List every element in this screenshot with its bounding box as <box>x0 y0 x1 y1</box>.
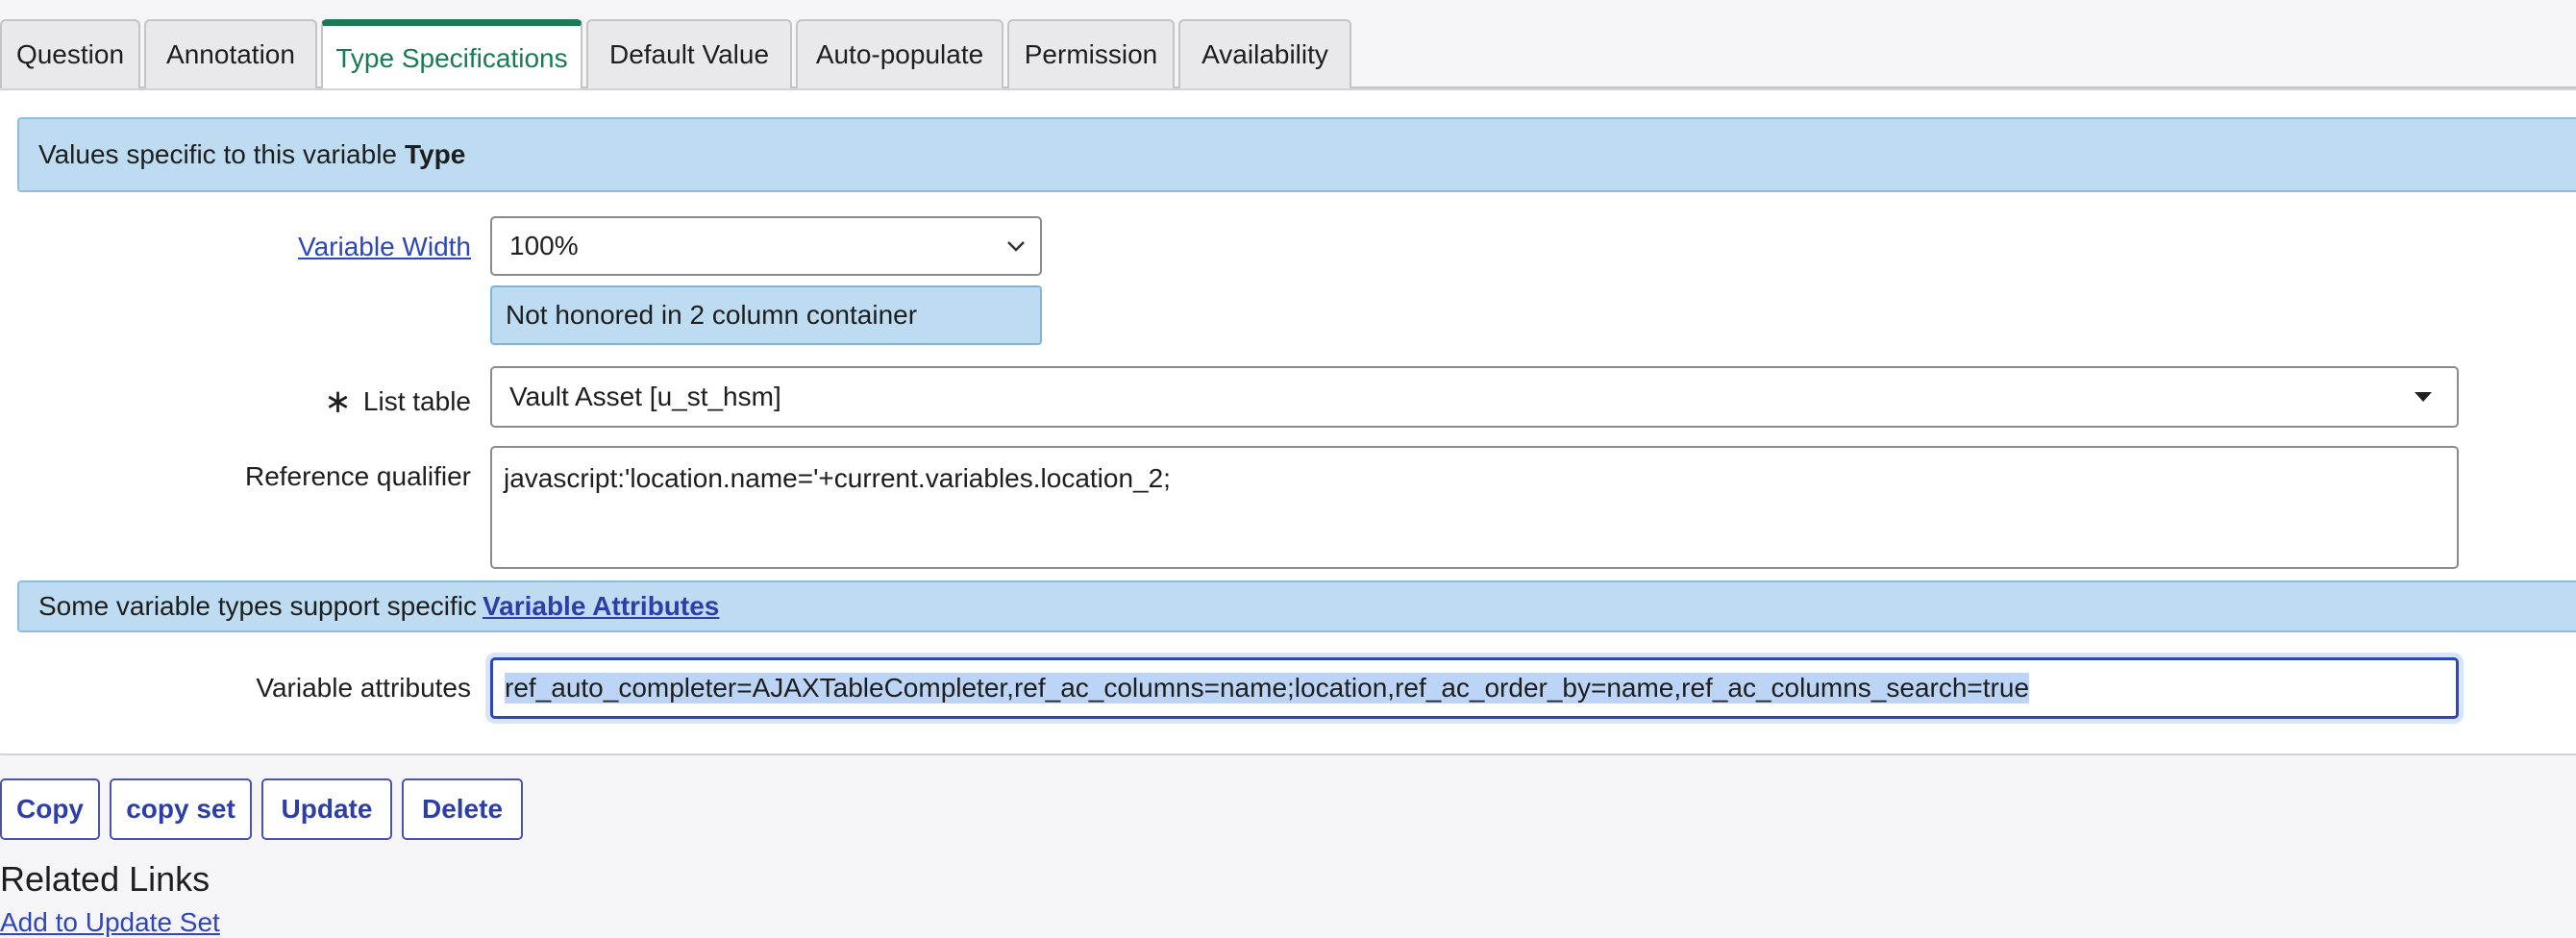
attributes-info-banner: Some variable types support specific Var… <box>17 580 2576 632</box>
copy-button[interactable]: Copy <box>0 778 100 840</box>
list-table-label: ∗ List table <box>324 381 471 420</box>
reference-qualifier-label: Reference qualifier <box>244 461 471 491</box>
tab-bar: Question Annotation Type Specifications … <box>0 19 1355 90</box>
type-banner-bold: Type <box>405 139 466 169</box>
required-icon: ∗ <box>324 383 352 420</box>
variable-width-value: 100% <box>509 231 579 260</box>
attributes-banner-text: Some variable types support specific <box>38 591 477 621</box>
variable-attributes-label: Variable attributes <box>256 673 471 703</box>
reference-qualifier-textarea[interactable]: javascript:'location.name='+current.vari… <box>490 446 2459 569</box>
variable-width-label[interactable]: Variable Width <box>298 232 471 262</box>
variable-attributes-link[interactable]: Variable Attributes <box>483 591 719 622</box>
tab-availability[interactable]: Availability <box>1178 19 1351 88</box>
add-to-update-set-link[interactable]: Add to Update Set <box>0 907 220 938</box>
caret-down-icon <box>2415 392 2432 402</box>
related-links-heading: Related Links <box>0 859 211 899</box>
type-banner-text: Values specific to this variable <box>38 139 397 169</box>
tab-type-specifications[interactable]: Type Specifications <box>321 19 582 90</box>
tab-annotation[interactable]: Annotation <box>144 19 317 88</box>
tab-default-value[interactable]: Default Value <box>586 19 792 88</box>
tab-auto-populate[interactable]: Auto-populate <box>796 19 1003 88</box>
variable-width-select[interactable]: 100% <box>490 216 1042 276</box>
list-table-label-text: List table <box>362 386 471 416</box>
update-button[interactable]: Update <box>261 778 392 840</box>
variable-attributes-value: ref_auto_completer=AJAXTableCompleter,re… <box>505 673 2030 704</box>
chevron-down-icon <box>1007 241 1025 252</box>
copy-set-button[interactable]: copy set <box>110 778 252 840</box>
form-actions: Copy copy set Update Delete <box>0 778 533 840</box>
variable-attributes-input[interactable]: ref_auto_completer=AJAXTableCompleter,re… <box>490 657 2459 719</box>
list-table-select[interactable]: Vault Asset [u_st_hsm] <box>490 366 2459 428</box>
list-table-value: Vault Asset [u_st_hsm] <box>509 382 781 411</box>
type-info-banner: Values specific to this variable Type <box>17 117 2576 192</box>
tab-question[interactable]: Question <box>0 19 140 88</box>
tab-permission[interactable]: Permission <box>1007 19 1175 88</box>
variable-width-note: Not honored in 2 column container <box>490 285 1042 345</box>
delete-button[interactable]: Delete <box>402 778 523 840</box>
